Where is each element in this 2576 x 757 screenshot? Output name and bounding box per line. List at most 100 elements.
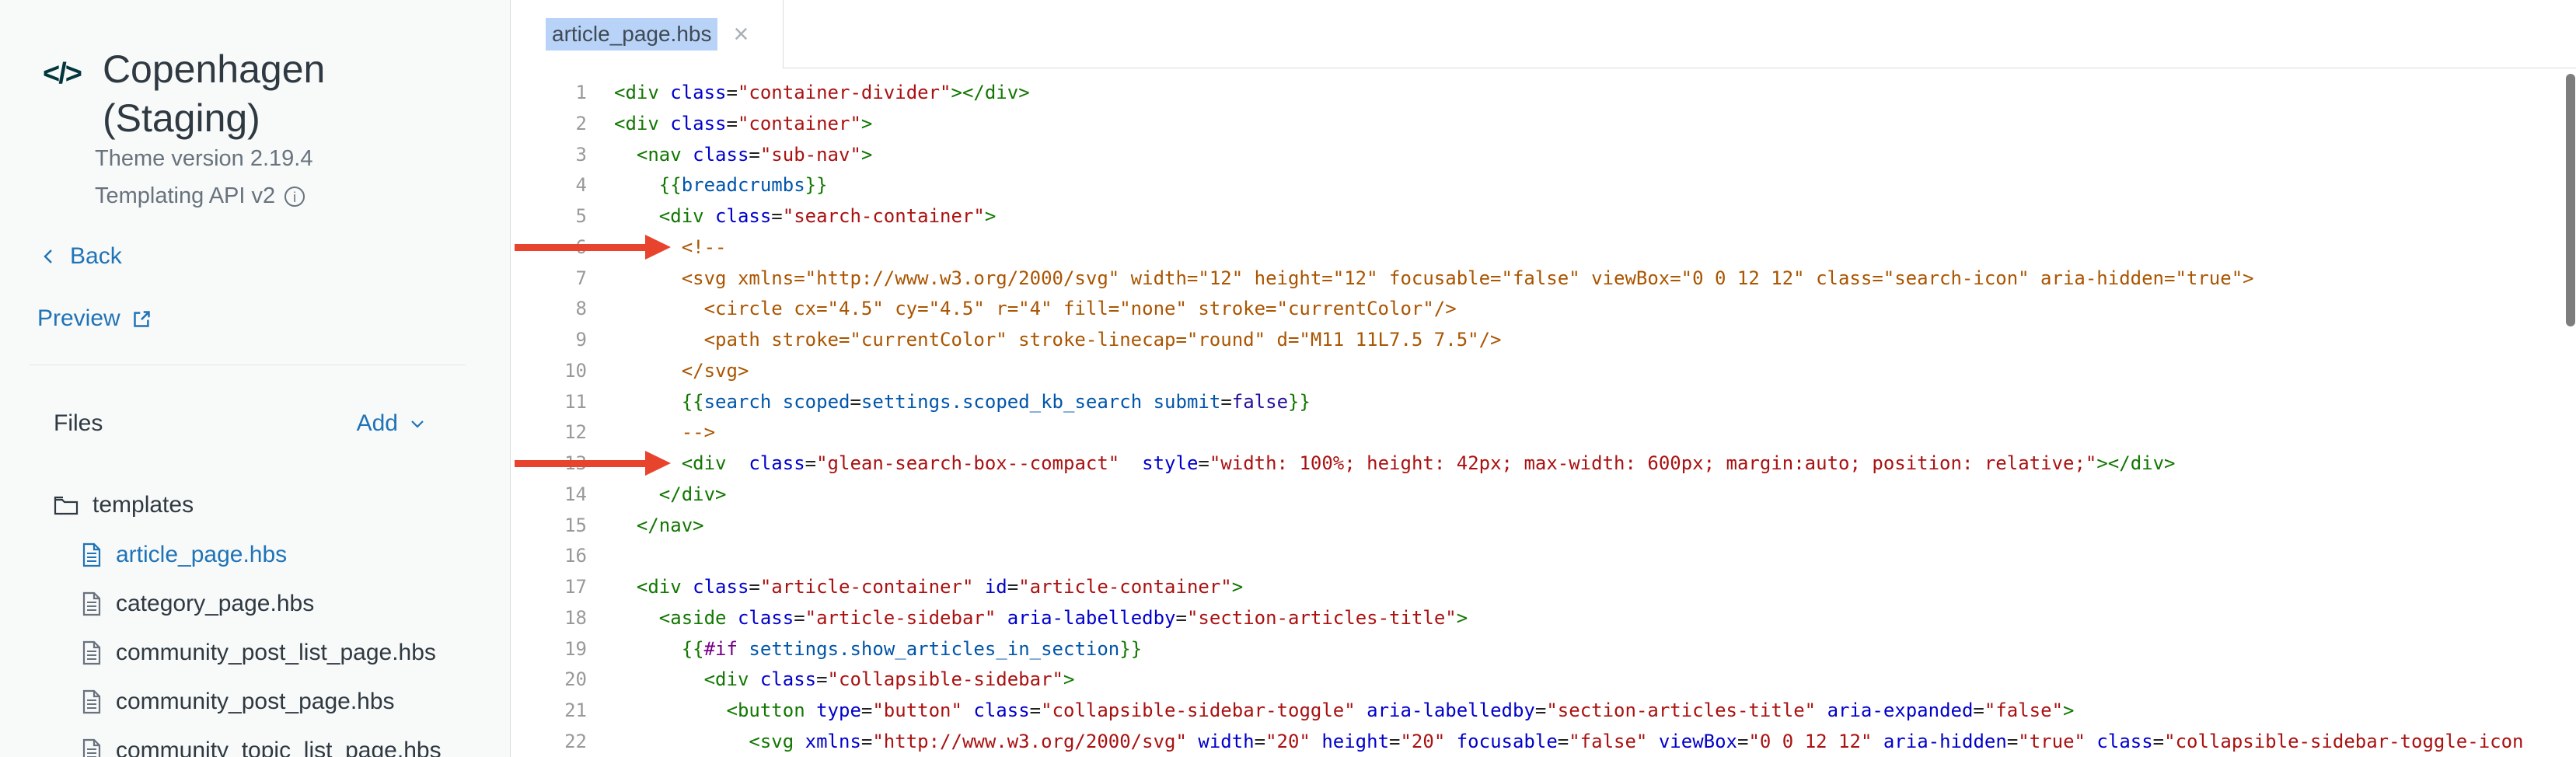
line-content: <path stroke="currentColor" stroke-linec… bbox=[614, 325, 1502, 356]
line-number: 9 bbox=[511, 325, 587, 356]
file-list: article_page.hbs category_page.hbs commu… bbox=[82, 530, 489, 757]
theme-title: Copenhagen (Staging) bbox=[103, 45, 351, 143]
line-number: 14 bbox=[511, 480, 587, 511]
back-label: Back bbox=[70, 243, 122, 270]
line-number: 18 bbox=[511, 603, 587, 634]
file-tree: templates article_page.hbs category_page… bbox=[54, 480, 489, 757]
code-line[interactable]: 9 <path stroke="currentColor" stroke-lin… bbox=[511, 325, 2576, 356]
code-line[interactable]: 13 <div class="glean-search-box--compact… bbox=[511, 448, 2576, 480]
add-file-button[interactable]: Add bbox=[357, 410, 428, 437]
tab-bar: article_page.hbs × bbox=[511, 0, 2576, 68]
line-content: <div class="container"> bbox=[614, 109, 872, 140]
code-line[interactable]: 3 <nav class="sub-nav"> bbox=[511, 140, 2576, 171]
add-label: Add bbox=[357, 410, 398, 437]
info-icon[interactable]: i bbox=[284, 187, 305, 207]
chevron-down-icon bbox=[407, 413, 428, 434]
document-icon bbox=[82, 640, 102, 665]
code-line[interactable]: 15 </nav> bbox=[511, 511, 2576, 542]
line-number: 1 bbox=[511, 78, 587, 109]
line-content: <div class="collapsible-sidebar"> bbox=[614, 665, 1074, 696]
line-content: {{search scoped=settings.scoped_kb_searc… bbox=[614, 387, 1311, 418]
preview-link[interactable]: Preview bbox=[37, 305, 152, 332]
code-line[interactable]: 21 <button type="button" class="collapsi… bbox=[511, 696, 2576, 727]
templating-api-label: Templating API v2 bbox=[95, 183, 275, 209]
code-line[interactable]: 5 <div class="search-container"> bbox=[511, 201, 2576, 232]
line-content: <button type="button" class="collapsible… bbox=[614, 696, 2074, 727]
code-line[interactable]: 6 <!-- bbox=[511, 232, 2576, 263]
code-line[interactable]: 4 {{breadcrumbs}} bbox=[511, 170, 2576, 201]
code-line[interactable]: 7 <svg xmlns="http://www.w3.org/2000/svg… bbox=[511, 263, 2576, 295]
line-content: </nav> bbox=[614, 511, 704, 542]
line-content: <circle cx="4.5" cy="4.5" r="4" fill="no… bbox=[614, 294, 1457, 325]
code-line[interactable]: 12 --> bbox=[511, 417, 2576, 448]
file-name: community_topic_list_page.hbs bbox=[116, 738, 442, 757]
external-link-icon bbox=[131, 309, 152, 330]
line-number: 21 bbox=[511, 696, 587, 727]
files-label: Files bbox=[54, 410, 103, 437]
code-line[interactable]: 20 <div class="collapsible-sidebar"> bbox=[511, 665, 2576, 696]
scrollbar-thumb[interactable] bbox=[2566, 74, 2575, 326]
file-name: community_post_list_page.hbs bbox=[116, 640, 436, 666]
code-line[interactable]: 10 </svg> bbox=[511, 356, 2576, 387]
code-line[interactable]: 17 <div class="article-container" id="ar… bbox=[511, 572, 2576, 603]
code-line[interactable]: 2 <div class="container"> bbox=[511, 109, 2576, 140]
folder-templates[interactable]: templates bbox=[54, 480, 489, 530]
tab-label: article_page.hbs bbox=[546, 18, 717, 51]
line-content: </div> bbox=[614, 480, 727, 511]
code-line[interactable]: 18 <aside class="article-sidebar" aria-l… bbox=[511, 603, 2576, 634]
document-icon bbox=[82, 542, 102, 567]
preview-label: Preview bbox=[37, 305, 120, 332]
folder-icon bbox=[54, 494, 79, 516]
file-item[interactable]: community_post_page.hbs bbox=[82, 677, 489, 726]
file-item[interactable]: article_page.hbs bbox=[82, 530, 489, 579]
folder-label: templates bbox=[92, 492, 194, 518]
line-number: 12 bbox=[511, 417, 587, 448]
back-link[interactable]: Back bbox=[39, 243, 122, 270]
code-line[interactable]: 19 {{#if settings.show_articles_in_secti… bbox=[511, 634, 2576, 665]
line-number: 4 bbox=[511, 170, 587, 201]
file-item[interactable]: community_topic_list_page.hbs bbox=[82, 726, 489, 757]
theme-editor-window: </> Copenhagen (Staging) Theme version 2… bbox=[0, 0, 2576, 757]
line-content: <svg xmlns="http://www.w3.org/2000/svg" … bbox=[614, 727, 2524, 757]
code-line[interactable]: 1<div class="container-divider"></div> bbox=[511, 78, 2576, 109]
line-content: <div class="glean-search-box--compact" s… bbox=[614, 448, 2176, 480]
line-content: <nav class="sub-nav"> bbox=[614, 140, 872, 171]
line-content: {{breadcrumbs}} bbox=[614, 170, 828, 201]
document-icon bbox=[82, 591, 102, 616]
templating-api-row: Templating API v2 i bbox=[95, 183, 305, 209]
line-content: </svg> bbox=[614, 356, 749, 387]
line-number: 2 bbox=[511, 109, 587, 140]
theme-version-label: Theme version 2.19.4 bbox=[95, 146, 312, 172]
document-icon bbox=[82, 738, 102, 757]
line-number: 11 bbox=[511, 387, 587, 418]
files-header: Files Add bbox=[54, 410, 428, 437]
line-number: 17 bbox=[511, 572, 587, 603]
annotation-arrow bbox=[515, 244, 645, 251]
code-line[interactable]: 8 <circle cx="4.5" cy="4.5" r="4" fill="… bbox=[511, 294, 2576, 325]
close-icon[interactable]: × bbox=[733, 21, 749, 47]
annotation-arrow bbox=[515, 460, 645, 467]
code-line[interactable]: 11 {{search scoped=settings.scoped_kb_se… bbox=[511, 387, 2576, 418]
file-item[interactable]: category_page.hbs bbox=[82, 579, 489, 628]
line-content: <aside class="article-sidebar" aria-labe… bbox=[614, 603, 1468, 634]
line-number: 7 bbox=[511, 263, 587, 295]
code-line[interactable]: 14 </div> bbox=[511, 480, 2576, 511]
line-number: 16 bbox=[511, 541, 587, 572]
file-name: community_post_page.hbs bbox=[116, 689, 395, 715]
tab-article-page[interactable]: article_page.hbs × bbox=[511, 0, 784, 68]
line-content: <div class="search-container"> bbox=[614, 201, 996, 232]
line-number: 15 bbox=[511, 511, 587, 542]
sidebar: </> Copenhagen (Staging) Theme version 2… bbox=[0, 0, 511, 757]
line-number: 8 bbox=[511, 294, 587, 325]
code-line[interactable]: 16 bbox=[511, 541, 2576, 572]
file-item[interactable]: community_post_list_page.hbs bbox=[82, 628, 489, 677]
line-content: <svg xmlns="http://www.w3.org/2000/svg" … bbox=[614, 263, 2254, 295]
line-number: 10 bbox=[511, 356, 587, 387]
line-number: 5 bbox=[511, 201, 587, 232]
theme-brand: </> Copenhagen (Staging) bbox=[43, 45, 351, 143]
line-content: --> bbox=[614, 417, 715, 448]
code-editor[interactable]: 1<div class="container-divider"></div>2 <… bbox=[511, 68, 2576, 757]
line-number: 3 bbox=[511, 140, 587, 171]
code-line[interactable]: 22 <svg xmlns="http://www.w3.org/2000/sv… bbox=[511, 727, 2576, 757]
file-name: article_page.hbs bbox=[116, 542, 287, 568]
